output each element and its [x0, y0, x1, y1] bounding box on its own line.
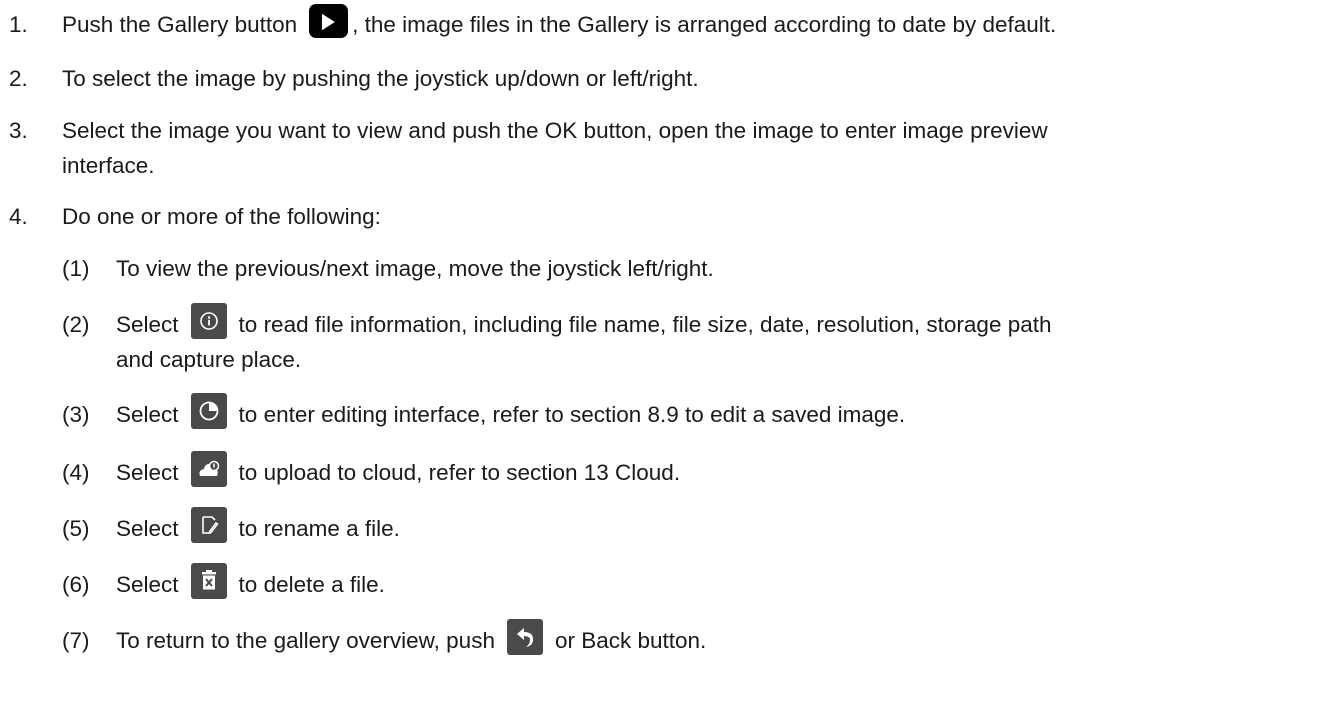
play-icon	[309, 4, 349, 39]
item-text: Select	[116, 572, 179, 597]
list-number: 3.	[9, 118, 28, 143]
document-page: 1. Push the Gallery button , the image fi…	[0, 0, 1322, 722]
item-text: Select	[116, 460, 179, 485]
back-icon	[506, 619, 543, 656]
sub-list-number: (4)	[62, 460, 90, 485]
delete-icon	[190, 563, 227, 600]
item-text: to enter editing interface, refer to sec…	[238, 402, 906, 427]
rename-icon	[190, 507, 227, 544]
item-text: and capture place.	[116, 347, 302, 372]
item-text: Select	[116, 312, 179, 337]
sub-list-number: (6)	[62, 572, 90, 597]
item-text: To view the previous/next image, move th…	[116, 256, 714, 281]
item-text: or Back button.	[554, 628, 707, 653]
list-number: 4.	[9, 204, 28, 229]
item-text: to read file information, including file…	[238, 312, 1052, 337]
sub-list-number: (1)	[62, 256, 90, 281]
item-text: To select the image by pushing the joyst…	[62, 66, 699, 91]
sub-list-number: (7)	[62, 628, 90, 653]
cloud-upload-icon	[190, 451, 227, 488]
edit-pie-icon	[190, 393, 227, 430]
sub-list-number: (2)	[62, 312, 90, 337]
item-text: interface.	[62, 153, 155, 178]
item-text: Push the Gallery button	[62, 12, 298, 37]
item-text: , the image files in the Gallery is arra…	[352, 12, 1057, 37]
item-text: Select the image you want to view and pu…	[62, 118, 1048, 143]
item-text: Select	[116, 402, 179, 427]
list-number: 1.	[9, 12, 28, 37]
item-text: to delete a file.	[238, 572, 385, 597]
info-icon	[190, 303, 227, 340]
sub-list-number: (3)	[62, 402, 90, 427]
item-text: Do one or more of the following:	[62, 204, 381, 229]
item-text: to rename a file.	[238, 516, 400, 541]
item-text: To return to the gallery overview, push	[116, 628, 495, 653]
sub-list-number: (5)	[62, 516, 90, 541]
item-text: Select	[116, 516, 179, 541]
list-number: 2.	[9, 66, 28, 91]
item-text: to upload to cloud, refer to section 13 …	[238, 460, 681, 485]
